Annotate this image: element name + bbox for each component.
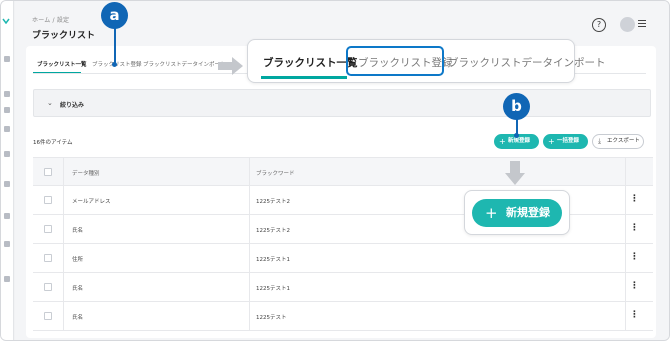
column-divider	[63, 244, 64, 273]
sidebar-item[interactable]	[4, 276, 10, 282]
arrow-right-icon	[218, 57, 243, 75]
sidebar-item[interactable]	[4, 107, 10, 113]
select-all-checkbox[interactable]	[44, 168, 52, 176]
column-divider	[625, 158, 626, 187]
callout-button-label: 新規登録	[506, 206, 550, 219]
column-divider	[63, 273, 64, 302]
arrow-down-icon	[505, 161, 525, 185]
bulk-register-button[interactable]: + 一括登録	[543, 134, 588, 149]
sidebar-item[interactable]	[4, 213, 10, 219]
row-checkbox[interactable]	[44, 254, 52, 262]
cell-data-type: 氏名	[72, 315, 84, 321]
sidebar-item[interactable]	[4, 241, 10, 247]
sidebar-item[interactable]	[4, 181, 10, 187]
cell-data-type: 氏名	[72, 286, 84, 292]
tab-blacklist-import[interactable]: ブラックリストデータインポート	[143, 60, 226, 68]
marker-a: a	[101, 2, 128, 29]
cell-black-word: 1225テスト2	[256, 199, 290, 205]
cell-black-word: 1225テスト1	[256, 286, 290, 292]
button-zoom-callout: + 新規登録	[464, 190, 570, 235]
callout-tab-import: ブラックリストデータインポート	[448, 57, 606, 69]
new-register-label: 新規登録	[508, 138, 531, 144]
app-window: ホーム / 設定 ブラックリスト ? ブラックリスト一覧 ブラックリスト登録 ブ…	[0, 0, 670, 341]
column-divider	[625, 302, 626, 331]
table-header-row: データ種別 ブラックワード	[33, 157, 653, 187]
column-header-data-type[interactable]: データ種別	[72, 169, 100, 177]
callout-new-register-button: + 新規登録	[472, 199, 562, 227]
more-options-icon[interactable]: ⋮	[630, 224, 639, 233]
sidebar-item[interactable]	[4, 91, 10, 97]
column-divider	[249, 273, 250, 302]
export-label: エクスポート	[607, 138, 640, 144]
plus-icon: +	[485, 204, 498, 222]
marker-a-dot	[112, 62, 117, 67]
column-divider	[249, 158, 250, 187]
marker-b: b	[503, 93, 530, 120]
export-button[interactable]: ⤓ エクスポート	[592, 134, 644, 149]
callout-tab-list: ブラックリスト一覧	[263, 57, 358, 69]
marker-a-leader	[114, 28, 116, 64]
column-header-black-word[interactable]: ブラックワード	[256, 169, 295, 177]
column-divider	[625, 215, 626, 244]
marker-b-dot	[514, 133, 519, 138]
column-divider	[63, 215, 64, 244]
logo-icon	[2, 18, 10, 24]
row-checkbox[interactable]	[44, 312, 52, 320]
row-checkbox[interactable]	[44, 283, 52, 291]
sidebar	[1, 1, 14, 340]
page-title: ブラックリスト	[32, 31, 96, 41]
column-divider	[625, 244, 626, 273]
plus-icon: +	[548, 137, 555, 146]
filter-label: 絞り込み	[60, 102, 85, 109]
more-options-icon[interactable]: ⋮	[630, 195, 639, 204]
row-checkbox[interactable]	[44, 225, 52, 233]
tabs-zoom-callout: ブラックリスト一覧 ブラックリスト登録 ブラックリストデータインポート	[247, 39, 606, 83]
table-row[interactable]: 住所 1225テスト1 ⋮	[33, 244, 653, 273]
column-divider	[249, 302, 250, 331]
bulk-register-label: 一括登録	[557, 138, 580, 144]
cell-black-word: 1225テスト2	[256, 228, 290, 234]
callout-active-indicator	[261, 76, 347, 79]
chevron-down-icon: ⌄	[47, 99, 53, 107]
tab-blacklist-list[interactable]: ブラックリスト一覧	[37, 60, 87, 68]
plus-icon: +	[499, 137, 506, 146]
more-options-icon[interactable]: ⋮	[630, 282, 639, 291]
column-divider	[63, 186, 64, 215]
column-divider	[249, 244, 250, 273]
sidebar-item[interactable]	[4, 151, 10, 157]
breadcrumb: ホーム / 設定	[32, 17, 70, 24]
column-divider	[63, 302, 64, 331]
column-divider	[625, 186, 626, 215]
filter-panel[interactable]: ⌄ 絞り込み	[33, 89, 651, 117]
highlight-box	[346, 46, 444, 76]
cell-data-type: 氏名	[72, 228, 84, 234]
cell-data-type: メールアドレス	[72, 199, 111, 205]
column-divider	[249, 215, 250, 244]
cell-black-word: 1225テスト	[256, 315, 287, 321]
help-icon[interactable]: ?	[592, 18, 606, 32]
sidebar-item[interactable]	[4, 126, 10, 132]
column-divider	[625, 273, 626, 302]
row-checkbox[interactable]	[44, 196, 52, 204]
column-divider	[63, 158, 64, 187]
cell-data-type: 住所	[72, 257, 84, 263]
column-divider	[249, 186, 250, 215]
download-icon: ⤓	[598, 137, 602, 145]
table-row[interactable]: 氏名 1225テスト ⋮	[33, 302, 653, 331]
table-row[interactable]: 氏名 1225テスト1 ⋮	[33, 273, 653, 302]
item-count: 16件のアイテム	[33, 140, 73, 146]
cell-black-word: 1225テスト1	[256, 257, 290, 263]
sidebar-item[interactable]	[4, 56, 10, 62]
more-options-icon[interactable]: ⋮	[630, 311, 639, 320]
menu-icon[interactable]	[638, 20, 646, 28]
more-options-icon[interactable]: ⋮	[630, 253, 639, 262]
avatar[interactable]	[620, 17, 635, 32]
